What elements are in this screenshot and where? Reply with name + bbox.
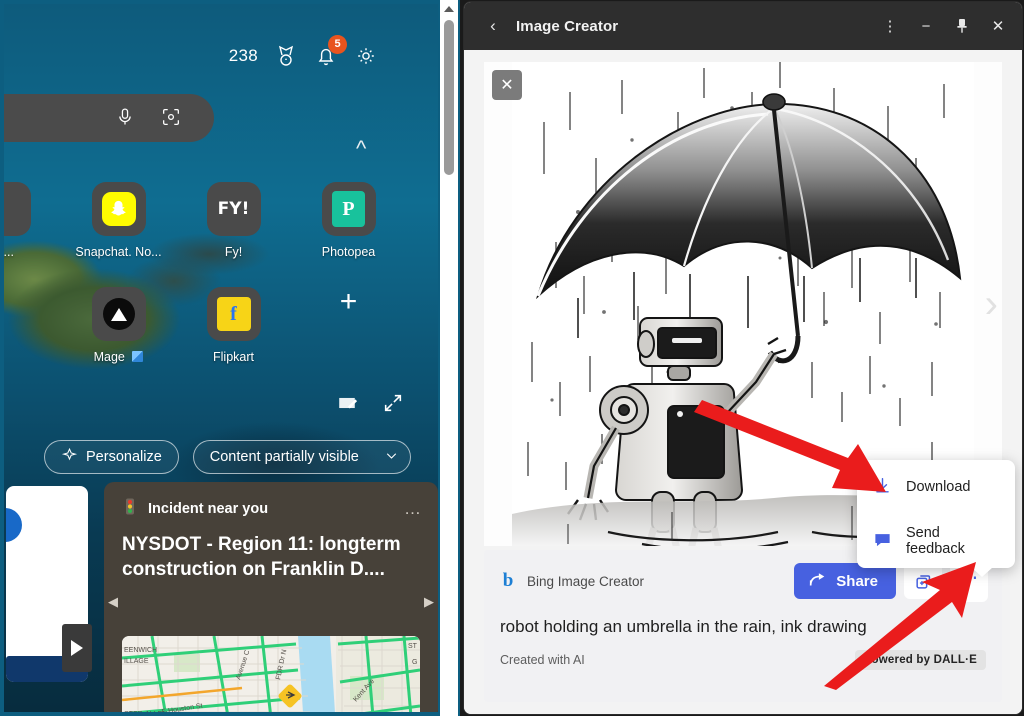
next-image-arrow-icon[interactable]: › [985, 284, 998, 324]
news-carousel-prev[interactable]: ◀ [108, 594, 118, 610]
windows-store-badge-icon [132, 351, 144, 362]
brand-label: Bing Image Creator [527, 573, 645, 589]
app-row-2: Mage f Flipkart + [4, 287, 438, 364]
scrollbar-thumb[interactable] [444, 20, 454, 175]
traffic-light-icon [122, 498, 138, 520]
widgets-wallpaper: 238 5 ^ ... Snapchat. No... FY! Fy! P Ph… [4, 4, 438, 712]
creator-content: ✕ › b Bing Image Creator Share ⋯ robot h… [464, 50, 1022, 714]
add-plus-icon[interactable]: + [340, 287, 358, 317]
chevron-down-icon [383, 447, 400, 468]
notification-badge: 5 [328, 35, 347, 54]
window-title: Image Creator [516, 17, 619, 35]
app-item-0[interactable]: at... [4, 182, 61, 259]
sparkle-star-icon [61, 447, 78, 468]
news-headline: NYSDOT - Region 11: longterm constructio… [122, 534, 401, 581]
share-icon [808, 571, 827, 592]
app-item-add[interactable]: + [291, 287, 406, 364]
pin-icon[interactable] [944, 10, 980, 42]
app-label: Photopea [321, 245, 376, 259]
widgets-scrollbar[interactable] [440, 0, 458, 716]
news-source-label: Incident near you [148, 501, 269, 517]
download-icon [873, 476, 892, 499]
menu-item-label: Send feedback [906, 525, 965, 557]
photopea-icon: P [321, 182, 376, 236]
map-label: G [412, 659, 417, 666]
cut-off-app-icon [4, 182, 31, 236]
incident-map[interactable]: EENWICH ILLAGE E Houston St Avenue C FDR… [122, 636, 420, 712]
close-icon[interactable]: ✕ [980, 10, 1016, 42]
news-carousel-next[interactable]: ▶ [424, 594, 434, 610]
app-label: Flipkart [213, 350, 254, 364]
image-info-bar: b Bing Image Creator Share ⋯ robot holdi… [484, 550, 1002, 702]
share-button[interactable]: Share [794, 563, 896, 599]
widgets-status-row: 238 5 [228, 35, 378, 68]
feedback-icon [873, 530, 892, 553]
bell-icon[interactable]: 5 [314, 35, 347, 68]
app-label: Snapchat. No... [75, 245, 162, 259]
bing-logo-icon: b [502, 570, 514, 591]
snapchat-icon [91, 182, 146, 236]
map-label: ILLAGE [124, 658, 149, 665]
visual-search-icon[interactable] [160, 106, 184, 130]
scroll-up-arrow-icon[interactable] [444, 6, 454, 12]
add-to-collection-button[interactable] [904, 563, 942, 599]
menu-item-label: Download [906, 479, 971, 495]
powered-by-badge: Powered by DALL·E [854, 650, 986, 671]
menu-item-download[interactable]: Download [857, 460, 1015, 514]
flipkart-icon: f [206, 287, 261, 341]
app-label: Fy! [224, 245, 243, 259]
news-more-icon[interactable]: … [404, 499, 422, 519]
image-context-menu: Download Send feedback [857, 460, 1015, 577]
windows-widgets-board: 238 5 ^ ... Snapchat. No... FY! Fy! P Ph… [0, 0, 460, 716]
gear-icon[interactable] [354, 44, 378, 68]
app-item-photopea[interactable]: P Photopea [291, 182, 406, 259]
footer-row: Created with AI Powered by DALL·E [484, 638, 1002, 671]
content-visibility-label: Content partially visible [209, 449, 359, 465]
app-item-snapchat[interactable]: Snapchat. No... [61, 182, 176, 259]
chevron-up-icon[interactable]: ^ [356, 136, 366, 162]
microphone-icon[interactable] [114, 106, 138, 130]
close-image-button[interactable]: ✕ [492, 70, 522, 100]
pinned-apps-grid: at... Snapchat. No... [4, 182, 438, 364]
card-blue-blob [6, 508, 22, 542]
medal-icon[interactable] [274, 44, 298, 68]
expand-icon[interactable] [382, 392, 406, 416]
reward-points: 238 [228, 46, 258, 65]
news-card[interactable]: Incident near you … NYSDOT - Region 11: … [104, 482, 438, 712]
window-titlebar: ‹ Image Creator ⋮ − ✕ [464, 2, 1022, 50]
content-visibility-dropdown[interactable]: Content partially visible [192, 440, 411, 474]
map-label: ST [408, 643, 418, 650]
carousel-next-button[interactable] [62, 624, 92, 672]
app-label: at... [4, 245, 14, 259]
widgets-pill-row: Personalize Content partially visible [44, 440, 411, 474]
share-label: Share [836, 572, 878, 590]
back-chevron-icon[interactable]: ‹ [478, 16, 508, 36]
personalize-label: Personalize [86, 449, 162, 465]
screen-root: 238 5 ^ ... Snapchat. No... FY! Fy! P Ph… [0, 0, 1024, 716]
image-creator-window: ‹ Image Creator ⋮ − ✕ ✕ › b Bing Image C… [464, 2, 1022, 714]
fy-icon: FY! [206, 182, 261, 236]
news-card-header: Incident near you … [104, 482, 438, 520]
titlebar-controls: ⋮ − ✕ [872, 10, 1016, 42]
app-label: Mage [94, 350, 144, 364]
image-prompt-text: robot holding an umbrella in the rain, i… [500, 617, 867, 636]
personalize-button[interactable]: Personalize [44, 440, 179, 474]
wallpaper-controls [336, 392, 406, 416]
menu-item-send-feedback[interactable]: Send feedback [857, 514, 1015, 568]
more-vertical-icon[interactable]: ⋮ [872, 10, 908, 42]
app-row-1: at... Snapchat. No... [4, 182, 438, 259]
minimize-icon[interactable]: − [908, 10, 944, 42]
created-with-ai-label: Created with AI [500, 653, 585, 668]
app-spacer [4, 287, 61, 364]
app-item-mage[interactable]: Mage [61, 287, 176, 364]
app-item-flipkart[interactable]: f Flipkart [176, 287, 291, 364]
map-label: EENWICH [124, 647, 157, 654]
edit-image-icon[interactable] [336, 392, 360, 416]
mage-icon [91, 287, 146, 341]
app-label-text: Mage [93, 350, 125, 364]
search-bar[interactable] [4, 94, 214, 142]
app-item-fy[interactable]: FY! Fy! [176, 182, 291, 259]
map-label: STER-ALLEN [124, 711, 167, 712]
